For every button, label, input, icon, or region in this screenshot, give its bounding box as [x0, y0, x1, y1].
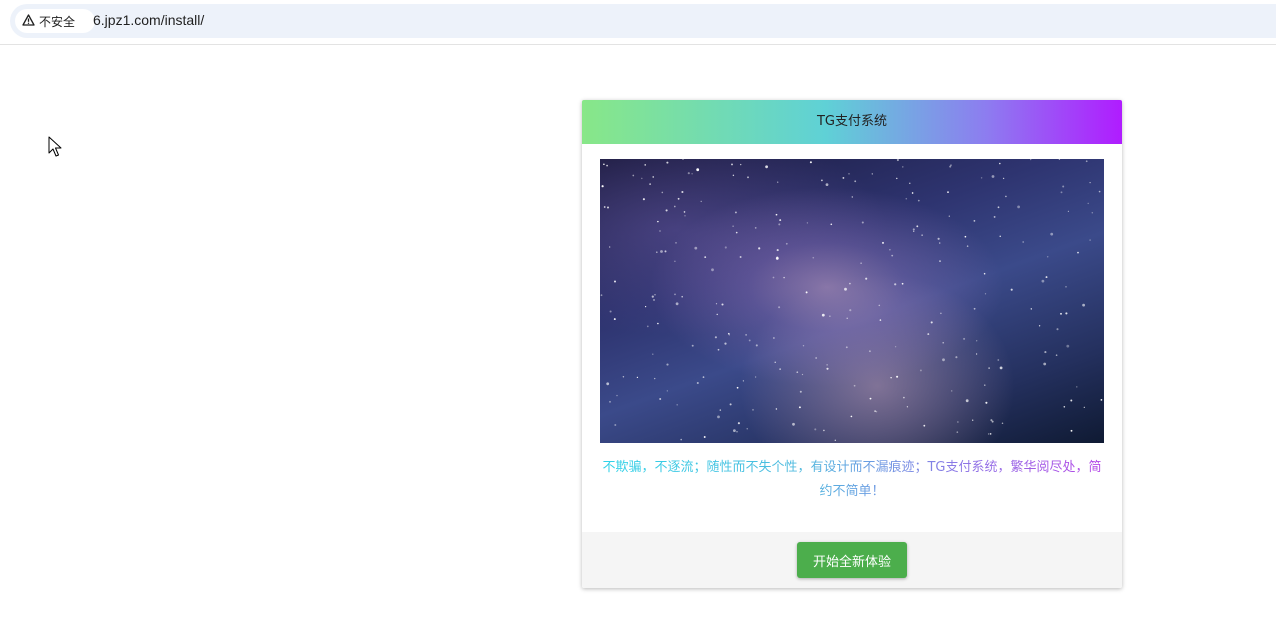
starfield — [600, 159, 1103, 441]
card-footer: 开始全新体验 — [582, 532, 1122, 588]
security-indicator-chip[interactable]: 不安全 — [15, 9, 95, 33]
security-label: 不安全 — [39, 14, 76, 29]
address-bar[interactable]: 不安全 6.jpz1.com/install/ — [10, 4, 1276, 38]
warning-triangle-icon — [22, 13, 39, 29]
card-header-title: TG支付系统 — [582, 100, 1122, 144]
mouse-pointer-icon — [48, 136, 62, 162]
url-text[interactable]: 6.jpz1.com/install/ — [93, 12, 204, 28]
tagline-text: 不欺骗，不逐流；随性而不失个性，有设计而不漏痕迹；TG支付系统，繁华阅尽处，简约… — [598, 456, 1106, 504]
start-new-experience-button[interactable]: 开始全新体验 — [797, 542, 907, 578]
browser-toolbar: 不安全 6.jpz1.com/install/ — [0, 0, 1276, 45]
galaxy-hero-image — [600, 159, 1104, 443]
install-card: TG支付系统 不欺骗，不逐流；随性而不失个性，有设计而不漏痕迹；TG支付系统，繁… — [582, 100, 1122, 588]
